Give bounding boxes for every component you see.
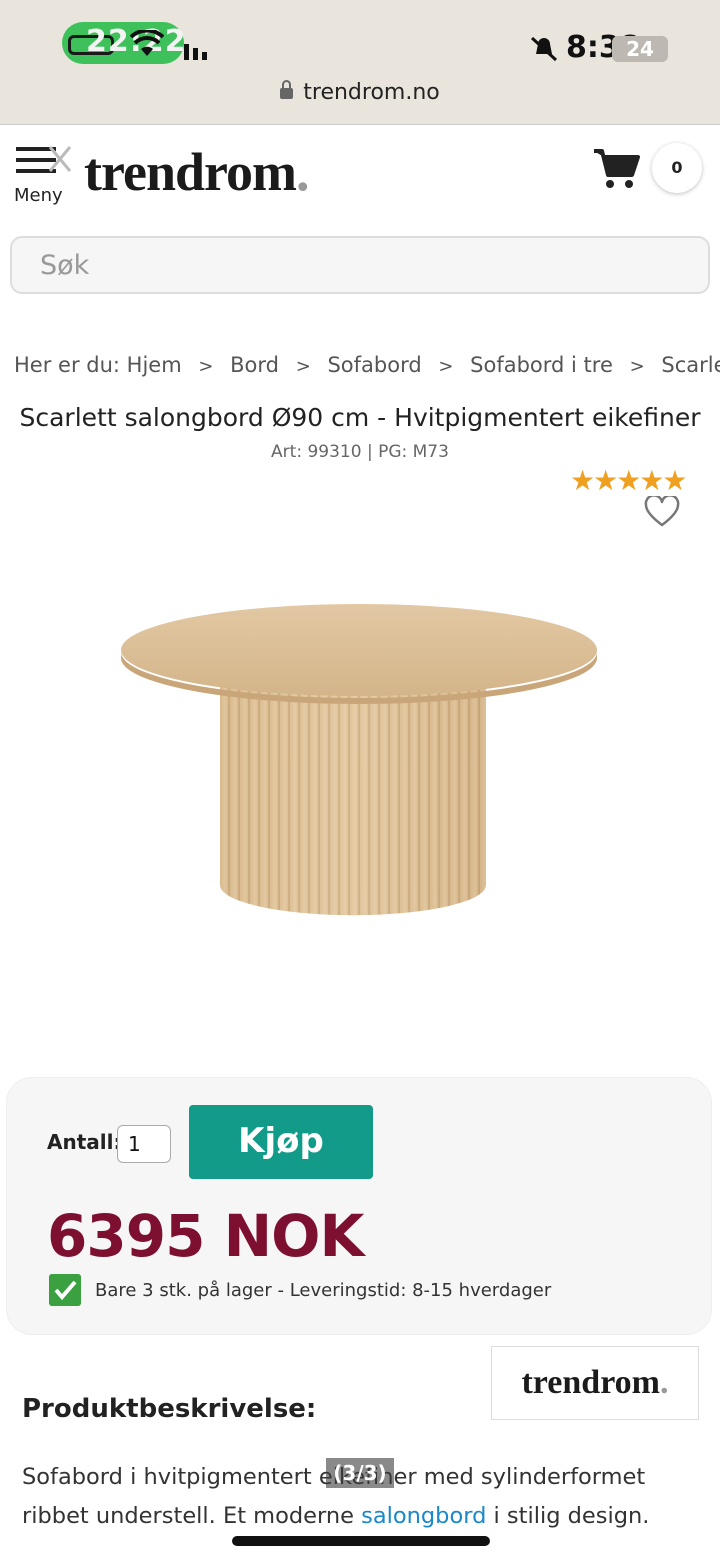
description-text-end: i stilig design.	[486, 1503, 650, 1529]
site-logo[interactable]: trendrom.	[84, 141, 309, 203]
product-price: 6395 NOK	[47, 1202, 364, 1270]
home-indicator[interactable]	[232, 1536, 490, 1546]
product-image[interactable]	[110, 590, 610, 930]
page-indicator: (3/3)	[326, 1458, 394, 1488]
wifi-icon	[130, 30, 164, 56]
hamburger-close-icon	[16, 146, 72, 173]
url-bar[interactable]: trendrom.no	[0, 80, 720, 105]
site-header: Meny trendrom. 0	[0, 124, 720, 224]
buy-box: Antall: 1 Kjøp 6395 NOK Bare 3 stk. på l…	[6, 1077, 712, 1335]
brand-logo-dot: .	[660, 1364, 669, 1401]
breadcrumb-separator: >	[629, 356, 645, 377]
menu-button[interactable]: Meny	[14, 145, 74, 209]
lock-icon	[280, 80, 294, 99]
quantity-label: Antall:	[47, 1130, 122, 1154]
breadcrumb-item-home[interactable]: Hjem	[127, 353, 182, 377]
breadcrumb-item-sofabord[interactable]: Sofabord	[327, 353, 421, 377]
battery-icon: 24	[612, 36, 668, 62]
logo-dot: .	[295, 142, 309, 202]
breadcrumb-prefix: Her er du:	[14, 353, 120, 377]
status-bar: 22:22 8:38 24 trendrom.no	[0, 0, 720, 124]
brand-logo[interactable]: trendrom.	[491, 1346, 699, 1420]
cart-count-badge[interactable]: 0	[652, 143, 702, 193]
checkmark-icon	[49, 1274, 81, 1306]
brand-logo-text: trendrom	[521, 1364, 660, 1401]
quantity-input[interactable]: 1	[117, 1125, 171, 1163]
breadcrumb-item-current[interactable]: Scarlett salongbord	[661, 353, 720, 377]
shopping-cart-icon[interactable]	[592, 147, 640, 191]
salongbord-link[interactable]: salongbord	[361, 1503, 486, 1529]
search-input[interactable]: Søk	[10, 236, 710, 294]
breadcrumb-item-bord[interactable]: Bord	[230, 353, 279, 377]
product-title: Scarlett salongbord Ø90 cm - Hvitpigment…	[19, 403, 701, 432]
breadcrumb-separator: >	[295, 356, 311, 377]
heart-icon[interactable]	[644, 496, 680, 528]
menu-label: Meny	[14, 185, 63, 206]
signal-icon	[184, 44, 207, 60]
stock-status: Bare 3 stk. på lager - Leveringstid: 8-1…	[95, 1280, 552, 1301]
buy-button[interactable]: Kjøp	[189, 1105, 373, 1179]
url-text: trendrom.no	[303, 80, 440, 105]
logo-text: trendrom	[84, 142, 297, 202]
rating-stars[interactable]: ★★★★★	[570, 464, 688, 497]
breadcrumb-separator: >	[438, 356, 454, 377]
muted-bell-icon	[530, 36, 558, 62]
breadcrumb: Her er du: Hjem > Bord > Sofabord > Sofa…	[14, 353, 720, 377]
breadcrumb-separator: >	[198, 356, 214, 377]
breadcrumb-item-sofabord-i-tre[interactable]: Sofabord i tre	[470, 353, 613, 377]
description-heading: Produktbeskrivelse:	[22, 1394, 317, 1424]
product-article-number: Art: 99310 | PG: M73	[271, 442, 449, 462]
